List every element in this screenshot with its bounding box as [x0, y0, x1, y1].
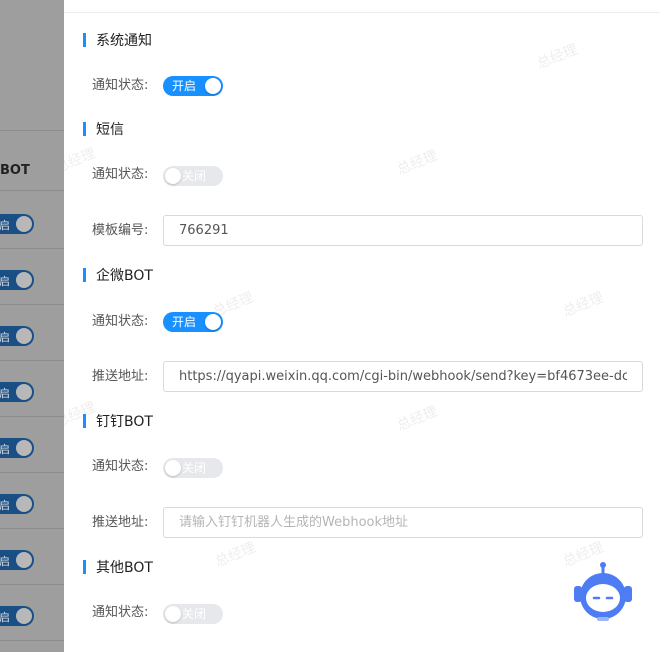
- switch-label: 开启: [172, 79, 197, 93]
- divider: [0, 528, 64, 529]
- template-number-input[interactable]: [163, 215, 643, 246]
- divider: [0, 472, 64, 473]
- section-title-dingtalk: 钉钉BOT: [83, 413, 153, 430]
- row-toggle-label: 启: [0, 219, 10, 232]
- row-toggle: 启: [0, 382, 34, 402]
- section-title-system: 系统通知: [83, 32, 152, 49]
- robot-icon-graphic: [574, 562, 632, 621]
- divider: [0, 190, 64, 191]
- section-marker: [83, 33, 86, 47]
- row-toggle: 启: [0, 270, 34, 290]
- background-page: BOT 启 启 启 启 启 启 启 启: [0, 0, 64, 652]
- wecom-webhook-input[interactable]: [163, 361, 643, 392]
- row-toggle-knob: [16, 328, 32, 344]
- switch-knob: [165, 168, 181, 184]
- row-toggle-label: 启: [0, 443, 10, 456]
- divider: [0, 640, 64, 641]
- row-toggle-knob: [16, 608, 32, 624]
- row-toggle-label: 启: [0, 331, 10, 344]
- row-toggle-knob: [16, 552, 32, 568]
- divider: [0, 360, 64, 361]
- switch-knob: [205, 314, 221, 330]
- switch-knob: [165, 460, 181, 476]
- status-label: 通知状态:: [92, 314, 149, 329]
- switch-label: 关闭: [182, 461, 207, 475]
- robot-icon[interactable]: [570, 560, 636, 626]
- switch-knob: [165, 606, 181, 622]
- section-title-other: 其他BOT: [83, 559, 153, 576]
- section-title-sms: 短信: [83, 121, 124, 138]
- row-toggle-knob: [16, 272, 32, 288]
- row-toggle: 启: [0, 438, 34, 458]
- section-marker: [83, 414, 86, 428]
- status-label: 通知状态:: [92, 605, 149, 620]
- system-status-switch[interactable]: 开启: [163, 76, 223, 96]
- row-toggle: 启: [0, 606, 34, 626]
- column-header: BOT: [0, 163, 30, 178]
- row-toggle-knob: [16, 440, 32, 456]
- wecom-status-switch[interactable]: 开启: [163, 312, 223, 332]
- row-toggle-label: 启: [0, 275, 10, 288]
- switch-label: 开启: [172, 315, 197, 329]
- row-toggle-knob: [16, 496, 32, 512]
- divider: [0, 248, 64, 249]
- divider: [0, 584, 64, 585]
- row-toggle-label: 启: [0, 387, 10, 400]
- watermark: 总经理: [534, 41, 580, 73]
- section-title-text: 企微BOT: [96, 268, 153, 284]
- section-marker: [83, 122, 86, 136]
- sms-status-switch[interactable]: 关闭: [163, 166, 223, 186]
- other-status-switch[interactable]: 关闭: [163, 604, 223, 624]
- switch-label: 关闭: [182, 169, 207, 183]
- divider: [0, 304, 64, 305]
- row-toggle-label: 启: [0, 611, 10, 624]
- row-toggle-label: 启: [0, 499, 10, 512]
- watermark: 总经理: [560, 289, 606, 321]
- switch-knob: [205, 78, 221, 94]
- template-label: 模板编号:: [92, 223, 149, 238]
- status-label: 通知状态:: [92, 459, 149, 474]
- watermark: 总经理: [394, 403, 440, 435]
- section-title-text: 其他BOT: [96, 560, 153, 576]
- url-label: 推送地址:: [92, 515, 149, 530]
- status-label: 通知状态:: [92, 78, 149, 93]
- row-toggle-label: 启: [0, 555, 10, 568]
- row-toggle: 启: [0, 550, 34, 570]
- watermark: 总经理: [212, 539, 258, 571]
- status-label: 通知状态:: [92, 167, 149, 182]
- drawer-divider: [64, 12, 660, 13]
- section-title-text: 系统通知: [96, 33, 152, 49]
- section-marker: [83, 560, 86, 574]
- section-title-text: 钉钉BOT: [96, 414, 153, 430]
- section-marker: [83, 268, 86, 282]
- section-title-text: 短信: [96, 122, 124, 138]
- divider: [0, 416, 64, 417]
- divider: [0, 130, 64, 131]
- dingtalk-status-switch[interactable]: 关闭: [163, 458, 223, 478]
- section-title-wecom: 企微BOT: [83, 267, 153, 284]
- row-toggle: 启: [0, 494, 34, 514]
- notification-settings-drawer: 总经理 总经理 总经理 总经理 总经理 总经理 总经理 总经理 总经理 系统通知…: [64, 0, 660, 652]
- row-toggle: 启: [0, 214, 34, 234]
- watermark: 总经理: [394, 147, 440, 179]
- row-toggle-knob: [16, 216, 32, 232]
- switch-label: 关闭: [182, 607, 207, 621]
- row-toggle: 启: [0, 326, 34, 346]
- dingtalk-webhook-input[interactable]: [163, 507, 643, 538]
- row-toggle-knob: [16, 384, 32, 400]
- url-label: 推送地址:: [92, 369, 149, 384]
